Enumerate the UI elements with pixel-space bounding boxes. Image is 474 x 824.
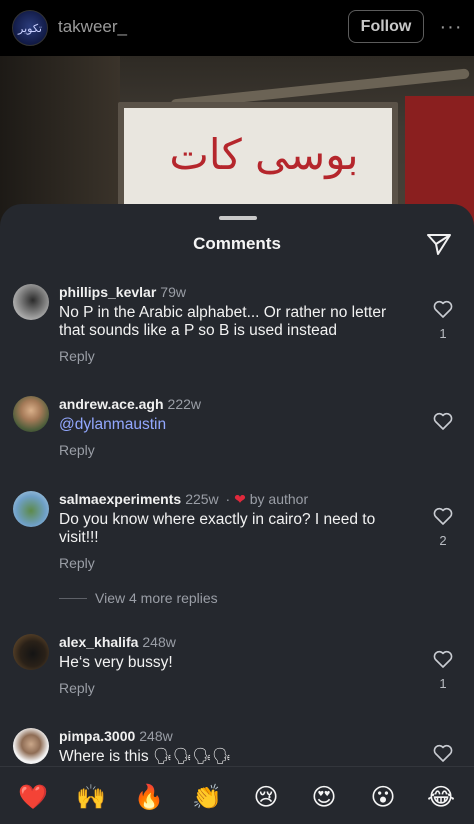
comment-text: Do you know where exactly in cairo? I ne…	[59, 511, 376, 546]
more-options-icon[interactable]: ···	[438, 14, 464, 40]
commenter-avatar[interactable]	[13, 491, 49, 527]
comment-mention-link[interactable]: @dylanmaustin	[59, 416, 409, 434]
sheet-title: Comments	[193, 234, 281, 253]
like-heart-icon[interactable]	[433, 507, 453, 525]
author-heart-icon: ❤	[234, 491, 246, 507]
raising-hands-emoji-button[interactable]: 🙌	[75, 781, 107, 813]
post-header: تكوير takweer_ Follow ···	[0, 0, 474, 56]
comment-text: He‘s very bussy!	[59, 654, 173, 671]
share-send-icon[interactable]	[426, 232, 452, 256]
commenter-avatar[interactable]	[13, 396, 49, 432]
shop-sign-text: بوسى كات	[169, 130, 359, 179]
avatar-logo-text: تكوير	[18, 21, 42, 35]
commenter-avatar[interactable]	[13, 728, 49, 764]
emoji-reaction-bar: ❤️ 🙌 🔥 👏 😢 😍 😮 😂	[0, 766, 474, 824]
reply-button[interactable]: Reply	[59, 348, 95, 364]
comment-header: pimpa.3000 248w	[59, 728, 173, 744]
comment-time: 248w	[139, 728, 173, 744]
account-avatar[interactable]: تكوير	[12, 10, 48, 46]
like-heart-icon[interactable]	[433, 650, 453, 668]
like-count: 1	[439, 326, 447, 341]
comment-username[interactable]: pimpa.3000	[59, 728, 135, 744]
heart-eyes-emoji-button[interactable]: 😍	[308, 781, 340, 813]
comment-time: 222w	[167, 396, 201, 412]
follow-button[interactable]: Follow	[348, 10, 424, 43]
comment-time: 248w	[142, 634, 176, 650]
commenter-avatar[interactable]	[13, 284, 49, 320]
comment-username[interactable]: alex_khalifa	[59, 634, 138, 650]
fire-emoji-button[interactable]: 🔥	[133, 781, 165, 813]
comment-text: Where is this 🗣🗣🗣🗣	[59, 748, 232, 765]
liked-by-author-label: · ❤ by author	[225, 491, 309, 507]
comment-time: 79w	[160, 284, 186, 300]
thread-line	[59, 597, 87, 599]
commenter-avatar[interactable]	[13, 634, 49, 670]
reply-button[interactable]: Reply	[59, 555, 95, 571]
crying-face-emoji-button[interactable]: 😢	[250, 781, 282, 813]
view-more-replies-button[interactable]: View 4 more replies	[59, 590, 218, 606]
comment-username[interactable]: andrew.ace.agh	[59, 396, 164, 412]
clapping-hands-emoji-button[interactable]: 👏	[191, 781, 223, 813]
comment-text: No P in the Arabic alphabet... Or rather…	[59, 304, 387, 339]
like-count: 1	[439, 676, 447, 691]
view-more-replies-label: View 4 more replies	[95, 590, 218, 606]
comment-username[interactable]: salmaexperiments	[59, 491, 181, 507]
surprised-face-emoji-button[interactable]: 😮	[367, 781, 399, 813]
comment-header: phillips_kevlar 79w	[59, 284, 186, 300]
comment-username[interactable]: phillips_kevlar	[59, 284, 156, 300]
tears-of-joy-emoji-button[interactable]: 😂	[425, 781, 457, 813]
like-heart-icon[interactable]	[433, 412, 453, 430]
comments-sheet: Comments phillips_kevlar 79w No P in the …	[0, 204, 474, 823]
comment-time: 225w	[185, 491, 219, 507]
sheet-drag-handle[interactable]	[219, 216, 257, 220]
reply-button[interactable]: Reply	[59, 680, 95, 696]
comment-header: alex_khalifa 248w	[59, 634, 176, 650]
comment-header: andrew.ace.agh 222w	[59, 396, 201, 412]
account-username[interactable]: takweer_	[58, 17, 127, 37]
like-count: 2	[439, 533, 447, 548]
like-heart-icon[interactable]	[433, 300, 453, 318]
reply-button[interactable]: Reply	[59, 442, 95, 458]
comment-header: salmaexperiments 225w · ❤ by author	[59, 491, 308, 508]
like-heart-icon[interactable]	[433, 744, 453, 762]
red-heart-emoji-button[interactable]: ❤️	[17, 781, 49, 813]
